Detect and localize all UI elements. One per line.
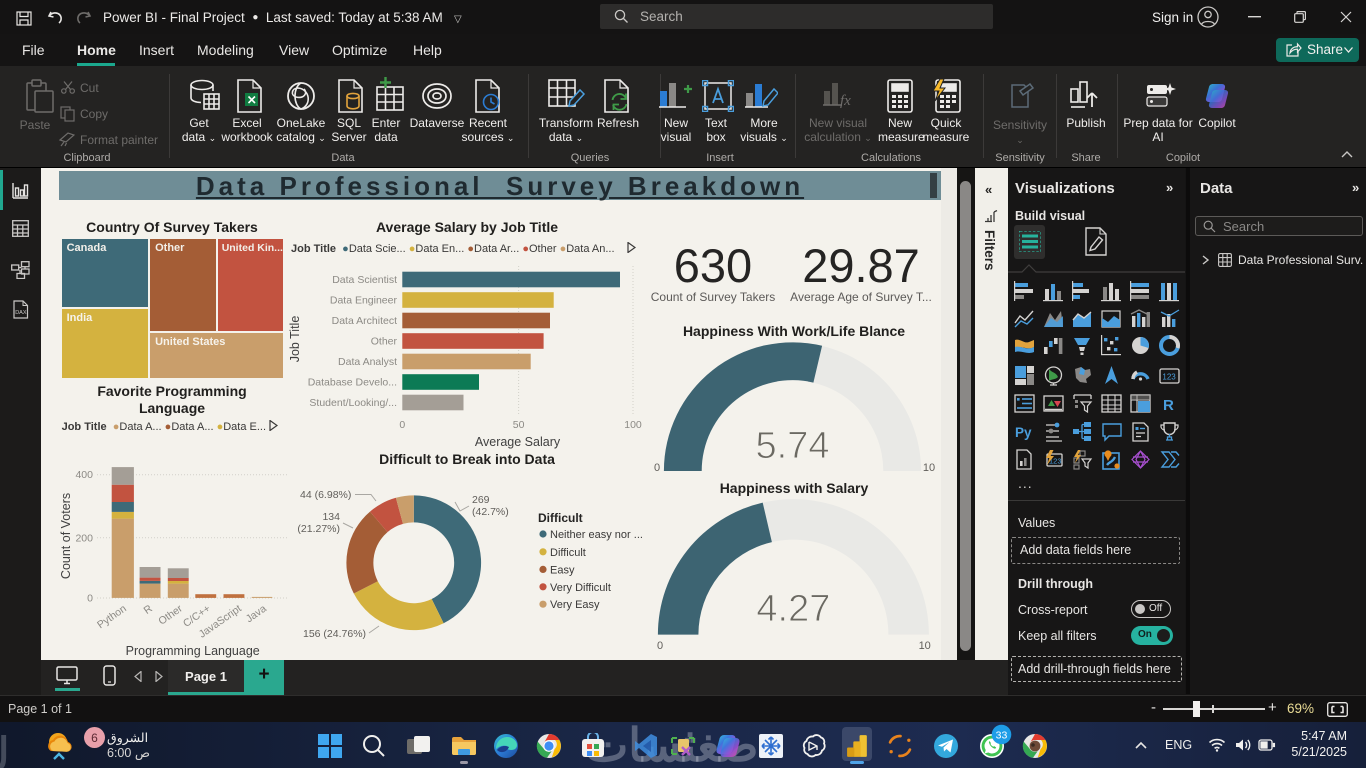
- svg-text:Difficult: Difficult: [550, 547, 586, 559]
- svg-text:Data Analyst: Data Analyst: [338, 356, 397, 368]
- svg-text:Database Develo...: Database Develo...: [308, 377, 397, 389]
- svg-text:Easy: Easy: [550, 564, 575, 576]
- svg-text:0: 0: [654, 462, 660, 474]
- svg-text:156 (24.76%): 156 (24.76%): [303, 628, 366, 640]
- svg-text:200: 200: [75, 532, 93, 544]
- svg-text:10: 10: [923, 462, 935, 474]
- svg-text:5.74: 5.74: [756, 425, 830, 467]
- svg-text:50: 50: [513, 419, 525, 431]
- svg-text:Neither easy nor ...: Neither easy nor ...: [550, 529, 643, 541]
- svg-text:DAX: DAX: [15, 310, 27, 316]
- svg-text:0: 0: [87, 593, 93, 605]
- svg-text:Py: Py: [1015, 425, 1032, 440]
- svg-text:100: 100: [624, 419, 642, 431]
- svg-text:Student/Looking/...: Student/Looking/...: [309, 397, 397, 409]
- svg-text:Average Salary: Average Salary: [475, 435, 561, 449]
- svg-text:Difficult: Difficult: [538, 511, 583, 525]
- svg-text:Data Architect: Data Architect: [332, 315, 397, 327]
- svg-text:Other: Other: [371, 336, 398, 348]
- svg-text:Python: Python: [95, 603, 129, 632]
- svg-text:fx: fx: [840, 93, 851, 109]
- svg-text:269: 269: [472, 494, 490, 506]
- svg-text:0: 0: [657, 640, 663, 652]
- svg-text:6: 6: [91, 731, 98, 745]
- svg-text:134: 134: [322, 511, 340, 523]
- svg-text:0: 0: [399, 419, 405, 431]
- svg-text:400: 400: [75, 469, 93, 481]
- svg-text:Programming Language: Programming Language: [126, 644, 260, 658]
- svg-text:Very Easy: Very Easy: [550, 599, 600, 611]
- svg-text:Other: Other: [156, 602, 185, 627]
- svg-text:Data Scientist: Data Scientist: [332, 274, 397, 286]
- svg-text:4.27: 4.27: [756, 588, 830, 630]
- svg-text:123: 123: [1162, 373, 1176, 382]
- svg-text:Count of Voters: Count of Voters: [59, 493, 73, 579]
- svg-text:R: R: [142, 602, 155, 616]
- svg-text:Job Title: Job Title: [288, 316, 302, 363]
- svg-text:33: 33: [996, 730, 1008, 742]
- svg-text:R: R: [1163, 397, 1174, 414]
- svg-text:Data Engineer: Data Engineer: [330, 295, 398, 307]
- svg-text:Java: Java: [244, 603, 269, 626]
- svg-text:(21.27%): (21.27%): [297, 523, 340, 535]
- svg-text:44 (6.98%): 44 (6.98%): [300, 489, 351, 501]
- svg-text:(42.7%): (42.7%): [472, 506, 509, 518]
- svg-text:10: 10: [919, 640, 931, 652]
- svg-text:Very Difficult: Very Difficult: [550, 582, 611, 594]
